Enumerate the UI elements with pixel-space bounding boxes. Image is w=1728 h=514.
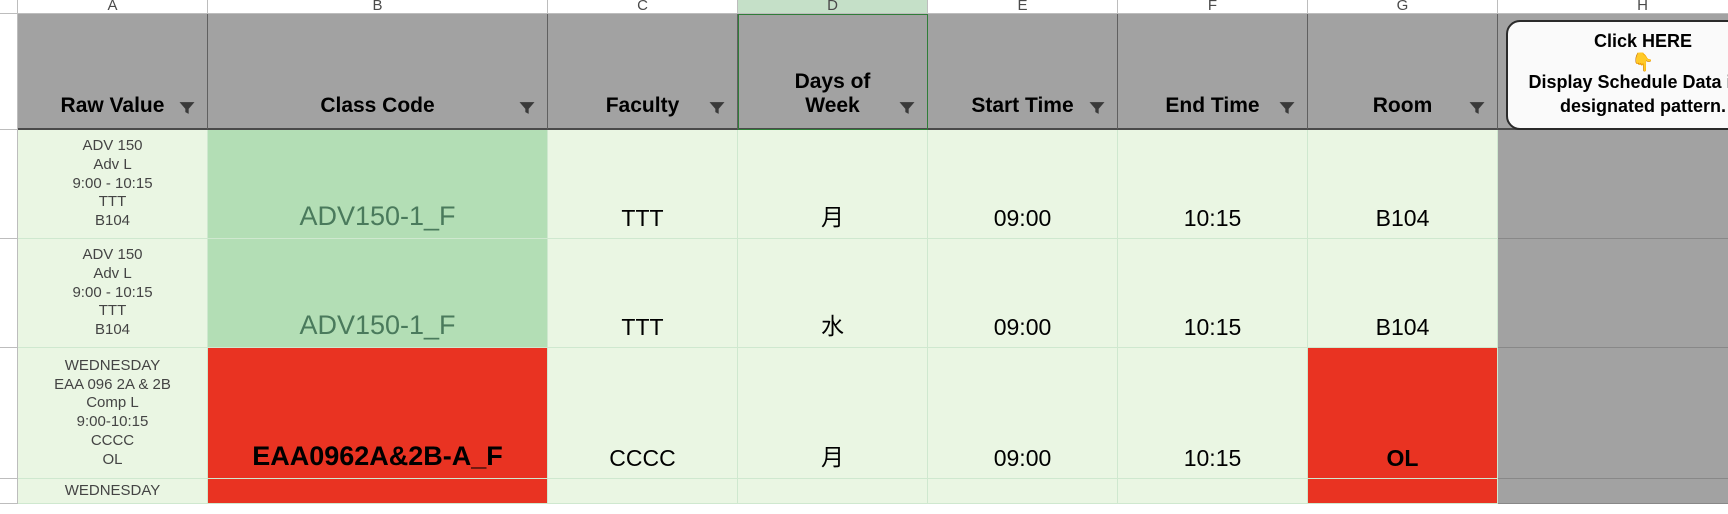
cell-raw-value[interactable]: ADV 150 Adv L 9:00 - 10:15 TTT B104 bbox=[18, 239, 208, 348]
cell-raw-value[interactable]: WEDNESDAY bbox=[18, 479, 208, 504]
cell-raw-value[interactable]: WEDNESDAY EAA 096 2A & 2B Comp L 9:00-10… bbox=[18, 348, 208, 479]
col-letter-E[interactable]: E bbox=[928, 0, 1118, 14]
cell-empty[interactable] bbox=[1498, 479, 1728, 504]
cell-end[interactable]: 10:15 bbox=[1118, 130, 1308, 239]
header-faculty[interactable]: Faculty bbox=[548, 14, 738, 130]
filter-icon[interactable] bbox=[177, 98, 197, 118]
cell-raw-value[interactable]: ADV 150 Adv L 9:00 - 10:15 TTT B104 bbox=[18, 130, 208, 239]
cell-class-code[interactable] bbox=[208, 479, 548, 504]
col-letter-A[interactable]: A bbox=[18, 0, 208, 14]
row-header[interactable] bbox=[0, 239, 18, 348]
row-header-1[interactable] bbox=[0, 14, 18, 130]
cell-class-code[interactable]: ADV150-1_F bbox=[208, 130, 548, 239]
cell-start[interactable]: 09:00 bbox=[928, 348, 1118, 479]
filter-icon[interactable] bbox=[707, 98, 727, 118]
header-button-cell: Click HERE 👇 Display Schedule Data in a … bbox=[1498, 14, 1728, 130]
cell-faculty[interactable]: TTT bbox=[548, 239, 738, 348]
cell-start[interactable] bbox=[928, 479, 1118, 504]
header-label: Class Code bbox=[320, 94, 434, 118]
corner-cell bbox=[0, 0, 18, 14]
cell-faculty[interactable]: CCCC bbox=[548, 348, 738, 479]
col-letter-B[interactable]: B bbox=[208, 0, 548, 14]
header-days-of-week[interactable]: Days of Week bbox=[738, 14, 928, 130]
cell-day[interactable]: 月 bbox=[738, 348, 928, 479]
header-start-time[interactable]: Start Time bbox=[928, 14, 1118, 130]
header-end-time[interactable]: End Time bbox=[1118, 14, 1308, 130]
cell-end[interactable]: 10:15 bbox=[1118, 348, 1308, 479]
row-header[interactable] bbox=[0, 348, 18, 479]
cell-empty[interactable] bbox=[1498, 130, 1728, 239]
header-label: Start Time bbox=[971, 94, 1073, 118]
button-line1: Click HERE bbox=[1518, 30, 1728, 53]
row-header[interactable] bbox=[0, 130, 18, 239]
cell-day[interactable]: 水 bbox=[738, 239, 928, 348]
header-room[interactable]: Room bbox=[1308, 14, 1498, 130]
row-header[interactable] bbox=[0, 479, 18, 504]
col-letter-H[interactable]: H bbox=[1498, 0, 1728, 14]
header-label: End Time bbox=[1165, 94, 1259, 118]
header-label: Days of Week bbox=[795, 70, 871, 118]
cell-day[interactable] bbox=[738, 479, 928, 504]
cell-start[interactable]: 09:00 bbox=[928, 239, 1118, 348]
header-label: Faculty bbox=[606, 94, 680, 118]
col-letter-G[interactable]: G bbox=[1308, 0, 1498, 14]
filter-icon[interactable] bbox=[1467, 98, 1487, 118]
filter-icon[interactable] bbox=[1277, 98, 1297, 118]
filter-icon[interactable] bbox=[517, 98, 537, 118]
col-letter-F[interactable]: F bbox=[1118, 0, 1308, 14]
header-class-code[interactable]: Class Code bbox=[208, 14, 548, 130]
cell-faculty[interactable] bbox=[548, 479, 738, 504]
cell-end[interactable] bbox=[1118, 479, 1308, 504]
pointing-down-icon: 👇 bbox=[1518, 53, 1728, 71]
cell-faculty[interactable]: TTT bbox=[548, 130, 738, 239]
col-letter-C[interactable]: C bbox=[548, 0, 738, 14]
cell-room[interactable]: B104 bbox=[1308, 130, 1498, 239]
spreadsheet-grid: A B C D E F G H Raw Value Class Code Fac… bbox=[0, 0, 1728, 504]
cell-day[interactable]: 月 bbox=[738, 130, 928, 239]
cell-room[interactable] bbox=[1308, 479, 1498, 504]
cell-room[interactable]: OL bbox=[1308, 348, 1498, 479]
header-label: Raw Value bbox=[61, 94, 165, 118]
cell-empty[interactable] bbox=[1498, 239, 1728, 348]
cell-empty[interactable] bbox=[1498, 348, 1728, 479]
filter-icon[interactable] bbox=[1087, 98, 1107, 118]
button-line2: Display Schedule Data in a designated pa… bbox=[1518, 71, 1728, 118]
header-label: Room bbox=[1373, 94, 1433, 118]
filter-icon[interactable] bbox=[897, 98, 917, 118]
header-raw-value[interactable]: Raw Value bbox=[18, 14, 208, 130]
cell-class-code[interactable]: ADV150-1_F bbox=[208, 239, 548, 348]
cell-room[interactable]: B104 bbox=[1308, 239, 1498, 348]
cell-start[interactable]: 09:00 bbox=[928, 130, 1118, 239]
cell-class-code[interactable]: EAA0962A&2B-A_F bbox=[208, 348, 548, 479]
cell-end[interactable]: 10:15 bbox=[1118, 239, 1308, 348]
col-letter-D[interactable]: D bbox=[738, 0, 928, 14]
display-schedule-button[interactable]: Click HERE 👇 Display Schedule Data in a … bbox=[1506, 20, 1728, 130]
